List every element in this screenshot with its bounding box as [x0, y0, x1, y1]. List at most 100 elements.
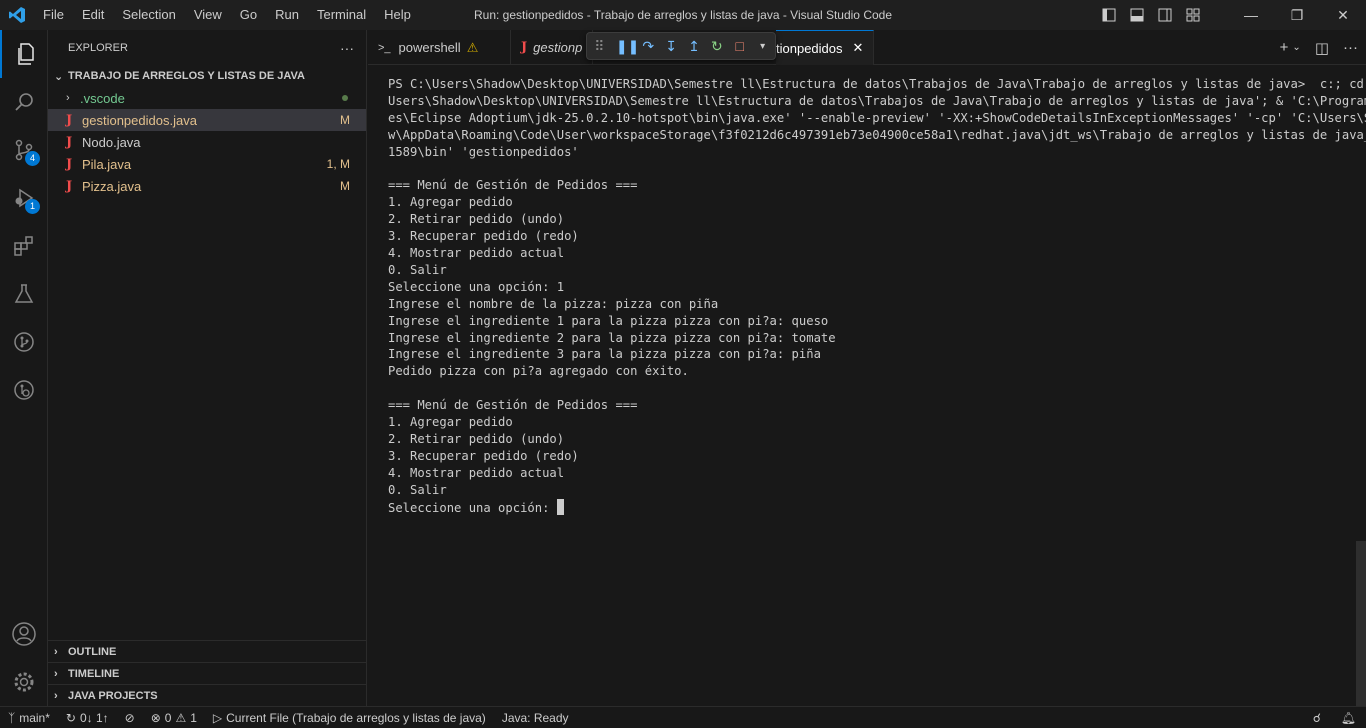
warning-count: 1 — [190, 710, 197, 725]
java-file-icon: J — [521, 40, 528, 55]
extensions-icon[interactable] — [0, 222, 48, 270]
menu-edit[interactable]: Edit — [73, 0, 113, 30]
tree-item-label: Nodo.java — [82, 134, 141, 150]
search-icon[interactable] — [0, 78, 48, 126]
terminal-output[interactable]: PS C:\Users\Shadow\Desktop\UNIVERSIDAD\S… — [368, 66, 1366, 706]
terminal-line: 2. Retirar pedido (undo) — [388, 212, 565, 227]
ports-status[interactable]: ⊘ — [117, 711, 143, 725]
chevron-down-icon[interactable]: ⌄ — [1292, 42, 1300, 53]
testing-icon[interactable] — [0, 270, 48, 318]
terminal-line: 3. Recuperar pedido (redo) — [388, 229, 579, 244]
terminal-line: Ingrese el ingrediente 3 para la pizza p… — [388, 347, 821, 362]
branch-status[interactable]: ᛉ main* — [0, 711, 58, 725]
notifications-bell-icon[interactable]: 🔔︎ — [1341, 711, 1356, 725]
restore-button[interactable]: ❐ — [1274, 0, 1320, 30]
java-file-icon: J — [66, 134, 73, 150]
section-label: TIMELINE — [68, 667, 120, 680]
explorer-icon[interactable] — [0, 30, 48, 78]
tab-powershell[interactable]: >_ powershell ⚠ — [368, 30, 511, 65]
toggle-primary-sidebar-icon[interactable] — [1102, 8, 1116, 22]
tab-gestionpedidos-java[interactable]: J gestionp — [511, 30, 593, 65]
terminal-line: === Menú de Gestión de Pedidos === — [388, 398, 638, 413]
outline-section[interactable]: › OUTLINE — [48, 640, 367, 662]
warning-icon: ⚠ — [175, 710, 187, 725]
menu-go[interactable]: Go — [231, 0, 266, 30]
explorer-title: EXPLORER — [68, 41, 128, 54]
current-file-label: Current File (Trabajo de arreglos y list… — [226, 710, 486, 725]
toggle-secondary-sidebar-icon[interactable] — [1158, 8, 1172, 22]
toggle-panel-icon[interactable] — [1130, 8, 1144, 22]
git-decoration: M — [340, 179, 350, 193]
manage-gear-icon[interactable] — [0, 658, 48, 706]
tree-item-pila[interactable]: J Pila.java 1, M — [48, 153, 366, 175]
java-projects-section[interactable]: › JAVA PROJECTS — [48, 684, 367, 706]
tab-run-gestionpedidos[interactable]: tionpedidos ✕ — [776, 30, 875, 65]
close-window-button[interactable]: ✕ — [1320, 0, 1366, 30]
problems-status[interactable]: ⊗ 0 ⚠ 1 — [143, 711, 205, 725]
tab-label: gestionp — [533, 40, 583, 55]
java-file-icon: J — [66, 156, 73, 172]
close-tab-icon[interactable]: ✕ — [853, 40, 864, 56]
pause-icon[interactable]: ❚❚ — [616, 38, 639, 55]
step-out-icon[interactable]: ↥ — [688, 38, 701, 55]
step-over-icon[interactable]: ↷ — [642, 38, 655, 55]
stop-icon[interactable]: □ — [733, 38, 746, 54]
step-into-icon[interactable]: ↧ — [665, 38, 678, 55]
tree-item-vscode[interactable]: › .vscode — [48, 87, 366, 109]
timeline-section[interactable]: › TIMELINE — [48, 662, 367, 684]
menu-file[interactable]: File — [34, 0, 73, 30]
terminal-line: 1. Agregar pedido — [388, 195, 513, 210]
copilot-icon[interactable]: ☌ — [1313, 711, 1321, 725]
menu-selection[interactable]: Selection — [113, 0, 184, 30]
chevron-down-icon: ⌄ — [54, 70, 64, 83]
terminal-line: Ingrese el nombre de la pizza: pizza con… — [388, 296, 719, 311]
sync-status[interactable]: ↻ 0↓ 1↑ — [58, 711, 117, 725]
terminal-line: 3. Recuperar pedido (redo) — [388, 448, 579, 463]
tree-item-label: .vscode — [80, 90, 125, 106]
title-bar: File Edit Selection View Go Run Terminal… — [0, 0, 1366, 30]
split-editor-icon[interactable]: ◫ — [1315, 39, 1329, 57]
minimize-button[interactable]: — — [1228, 0, 1274, 30]
section-label: JAVA PROJECTS — [68, 689, 158, 702]
drag-handle-icon[interactable]: ⠿ — [593, 38, 606, 55]
launch-config-status[interactable]: ▷ Current File (Trabajo de arreglos y li… — [205, 711, 494, 725]
source-control-icon[interactable]: 4 — [0, 126, 48, 174]
menu-view[interactable]: View — [185, 0, 231, 30]
terminal-line: Users\Shadow\Desktop\UNIVERSIDAD\Semestr… — [388, 93, 1366, 108]
new-terminal-icon[interactable]: + — [1280, 39, 1289, 56]
editor-tab-bar: >_ powershell ⚠ J gestionp tionpedidos ✕ — [368, 30, 1366, 65]
restart-icon[interactable]: ↻ — [710, 38, 723, 55]
tree-item-pizza[interactable]: J Pizza.java M — [48, 175, 366, 197]
tree-item-label: Pizza.java — [82, 178, 142, 194]
java-file-icon: J — [66, 112, 73, 128]
terminal-line: 2. Retirar pedido (undo) — [388, 432, 565, 446]
accounts-icon[interactable] — [0, 610, 48, 658]
terminal-scrollbar[interactable] — [1356, 541, 1366, 706]
menu-terminal[interactable]: Terminal — [308, 0, 375, 30]
gitlens-icon[interactable] — [0, 366, 48, 414]
chevron-down-icon[interactable]: ▾ — [756, 41, 769, 52]
tree-item-label: Pila.java — [82, 156, 132, 172]
terminal-line: Ingrese el ingrediente 1 para la pizza p… — [388, 313, 829, 328]
customize-layout-icon[interactable] — [1186, 8, 1200, 22]
menu-help[interactable]: Help — [375, 0, 420, 30]
error-icon: ⊗ — [150, 710, 161, 725]
terminal-line: 4. Mostrar pedido actual — [388, 465, 565, 480]
terminal-icon: >_ — [378, 41, 391, 54]
more-actions-icon[interactable]: ··· — [1343, 39, 1358, 56]
explorer-more-actions-icon[interactable]: ··· — [340, 40, 354, 56]
menu-bar: File Edit Selection View Go Run Terminal… — [34, 0, 420, 30]
tree-item-nodo[interactable]: J Nodo.java — [48, 131, 366, 153]
section-label: OUTLINE — [68, 645, 117, 658]
terminal-prompt: Seleccione una opción: — [388, 500, 557, 515]
terminal-line: Seleccione una opción: 1 — [388, 279, 565, 294]
java-file-icon: J — [66, 178, 73, 194]
workspace-folder[interactable]: ⌄ TRABAJO DE ARREGLOS Y LISTAS DE JAVA — [48, 65, 366, 87]
java-status[interactable]: Java: Ready — [494, 711, 577, 725]
menu-run[interactable]: Run — [266, 0, 308, 30]
terminal-prompt-line: Seleccione una opción: — [388, 498, 1366, 517]
run-debug-icon[interactable]: 1 — [0, 174, 48, 222]
tree-item-gestionpedidos[interactable]: J gestionpedidos.java M — [48, 109, 366, 131]
git-graph-icon[interactable] — [0, 318, 48, 366]
chevron-right-icon: › — [54, 667, 58, 680]
